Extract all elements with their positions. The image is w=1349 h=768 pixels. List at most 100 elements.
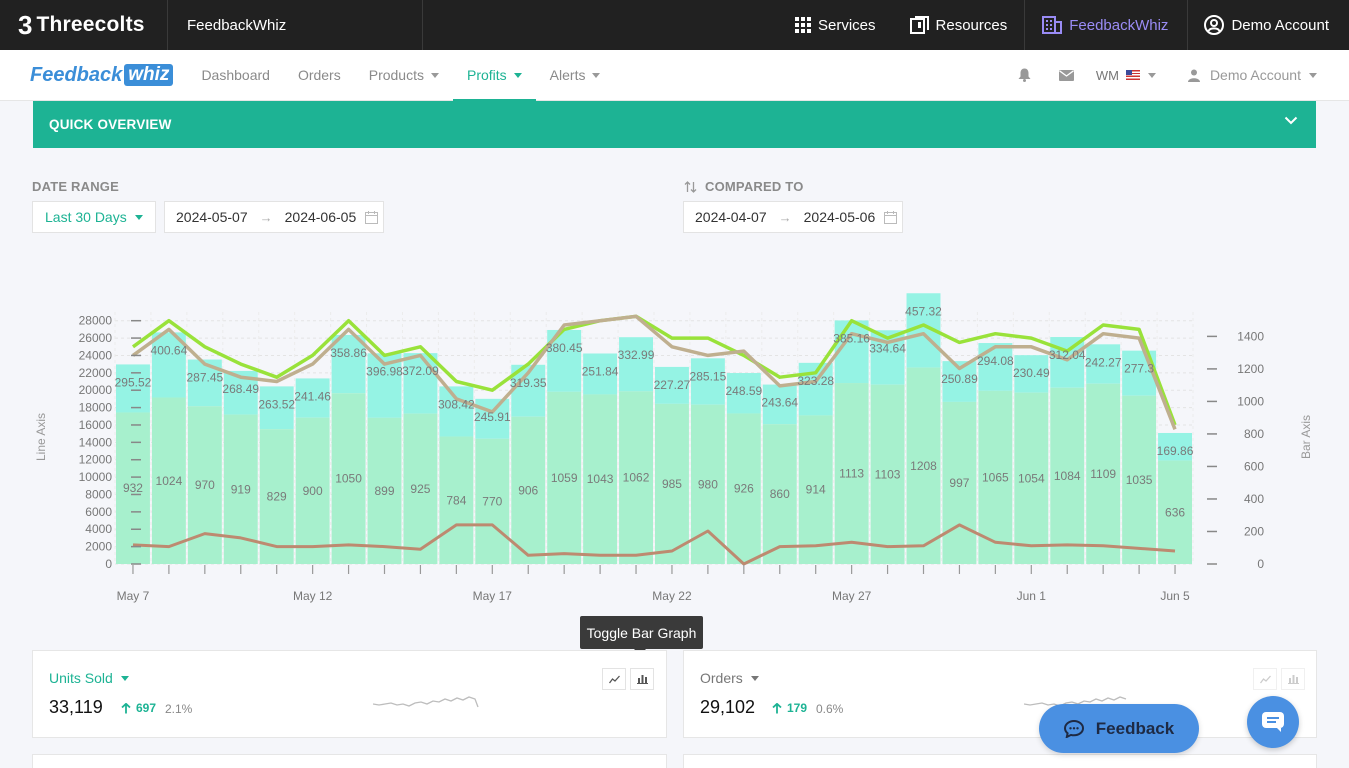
notifications-button[interactable] [1004, 68, 1045, 82]
arrow-right-icon: → [778, 209, 792, 225]
bar-total-label: 245.91 [474, 410, 511, 424]
bar-base [834, 383, 869, 564]
line-chart-icon [1259, 675, 1271, 683]
bar-base [690, 404, 725, 564]
bar-base [906, 367, 941, 564]
left-axis-tick-label: 26000 [79, 331, 113, 345]
chat-widget-button[interactable] [1247, 696, 1299, 748]
bar-base [403, 413, 438, 564]
bar-base-label: 906 [518, 483, 538, 497]
bar-base-label: 899 [374, 484, 394, 498]
user-menu[interactable]: Demo Account [1187, 67, 1317, 83]
bar-total-label: 242.27 [1085, 355, 1122, 369]
bar-total-label: 230.49 [1013, 366, 1050, 380]
bar-top [475, 398, 510, 439]
left-axis-tick-label: 12000 [79, 453, 113, 467]
nav-products-label: Products [368, 67, 424, 83]
messages-button[interactable] [1045, 69, 1088, 81]
orders-delta: 179 [772, 701, 807, 715]
user-circle-icon [1204, 15, 1225, 35]
active-app-label: FeedbackWhiz [1069, 16, 1169, 34]
bar-total-label: 385.16 [833, 331, 870, 345]
date-start: 2024-05-07 [176, 209, 248, 225]
bar-base-label: 1109 [1090, 467, 1116, 481]
bar-total-label: 287.45 [186, 371, 223, 385]
x-axis-tick-label: May 7 [117, 589, 150, 603]
left-axis-tick-label: 28000 [79, 314, 113, 328]
bar-base-label: 1065 [982, 470, 1009, 484]
bar-base-label: 925 [410, 482, 430, 496]
arrow-right-icon: → [259, 209, 273, 225]
toggle-line-graph-button[interactable] [602, 668, 626, 690]
services-menu[interactable]: Services [778, 0, 893, 50]
units-sold-delta: 697 [121, 701, 156, 715]
right-axis-tick-label: 200 [1244, 524, 1264, 538]
marketplace-select[interactable]: WM [1088, 68, 1166, 83]
date-preset-dropdown[interactable]: Last 30 Days [32, 201, 156, 233]
logo-whiz: whiz [124, 64, 174, 86]
bar-base-label: 980 [698, 477, 718, 491]
quick-overview-toggle[interactable]: QUICK OVERVIEW [33, 101, 1316, 148]
nav-profits[interactable]: Profits [452, 50, 536, 101]
nav-orders[interactable]: Orders [284, 50, 355, 101]
marketplace-label: WM [1095, 67, 1119, 83]
bar-top [583, 353, 618, 395]
bar-top [223, 370, 258, 415]
chevron-down-icon [1147, 72, 1156, 78]
right-axis-tick-label: 1000 [1237, 394, 1264, 408]
bar-top [403, 353, 438, 414]
resources-menu[interactable]: Resources [893, 0, 1025, 50]
bar-base [331, 393, 366, 564]
feedbackwhiz-logo[interactable]: Feedback whiz [30, 64, 174, 87]
feedbackwhiz-app-link[interactable]: FeedbackWhiz [1024, 0, 1189, 50]
left-axis-tick-label: 8000 [85, 487, 112, 501]
bar-top [798, 362, 833, 416]
orders-dropdown[interactable]: Orders [700, 670, 759, 686]
bar-base [655, 403, 689, 564]
right-axis-tick-label: 600 [1244, 459, 1264, 473]
bar-top [1158, 432, 1192, 461]
toggle-bar-graph-button[interactable] [1281, 668, 1305, 690]
account-menu[interactable]: Demo Account [1188, 0, 1349, 50]
book-icon [909, 16, 929, 34]
date-range-label: DATE RANGE [32, 179, 119, 194]
toggle-line-graph-button[interactable] [1253, 668, 1277, 690]
right-axis-label: Bar Axis [1299, 415, 1313, 459]
bar-base-label: 1208 [910, 459, 937, 473]
bar-base [762, 424, 797, 564]
compare-range-picker[interactable]: 2024-04-07 → 2024-05-06 [683, 201, 903, 233]
bar-total-label: 277.3 [1124, 362, 1154, 376]
nav-dashboard[interactable]: Dashboard [187, 50, 284, 101]
bar-base-label: 985 [662, 477, 682, 491]
bar-base [116, 412, 150, 564]
bar-top [1122, 350, 1157, 396]
bar-total-label: 334.64 [869, 341, 906, 355]
chart-grid [114, 312, 1194, 565]
bar-total-label: 227.27 [654, 378, 691, 392]
date-range-picker[interactable]: 2024-05-07 → 2024-06-05 [164, 201, 384, 233]
left-axis-tick-label: 2000 [85, 540, 112, 554]
units-sold-title: Units Sold [49, 670, 113, 686]
left-axis-label: Line Axis [34, 413, 48, 461]
toggle-bar-graph-button[interactable] [630, 668, 654, 690]
chevron-down-icon [592, 72, 601, 78]
nav-orders-label: Orders [297, 67, 341, 83]
bar-top [762, 384, 797, 425]
bar-total-label: 312.04 [1049, 348, 1086, 362]
threecolts-logo[interactable]: 3 Threecolts [0, 0, 168, 50]
account-label: Demo Account [1231, 16, 1329, 34]
bar-base-label: 1084 [1054, 469, 1081, 483]
left-axis-tick-label: 16000 [79, 418, 113, 432]
feedback-button[interactable]: Feedback [1039, 704, 1199, 753]
units-sold-dropdown[interactable]: Units Sold [49, 670, 129, 686]
x-axis-tick-label: May 22 [652, 589, 692, 603]
nav-alerts[interactable]: Alerts [536, 50, 615, 101]
main-nav: Feedback whiz Dashboard Orders Products … [0, 50, 1349, 101]
left-axis-tick-label: 14000 [79, 435, 113, 449]
product-name[interactable]: FeedbackWhiz [168, 0, 423, 50]
bar-base [619, 391, 653, 564]
bar-base-label: 997 [949, 476, 969, 490]
nav-products[interactable]: Products [355, 50, 453, 101]
bar-top [187, 359, 222, 407]
nav-profits-label: Profits [466, 67, 507, 83]
